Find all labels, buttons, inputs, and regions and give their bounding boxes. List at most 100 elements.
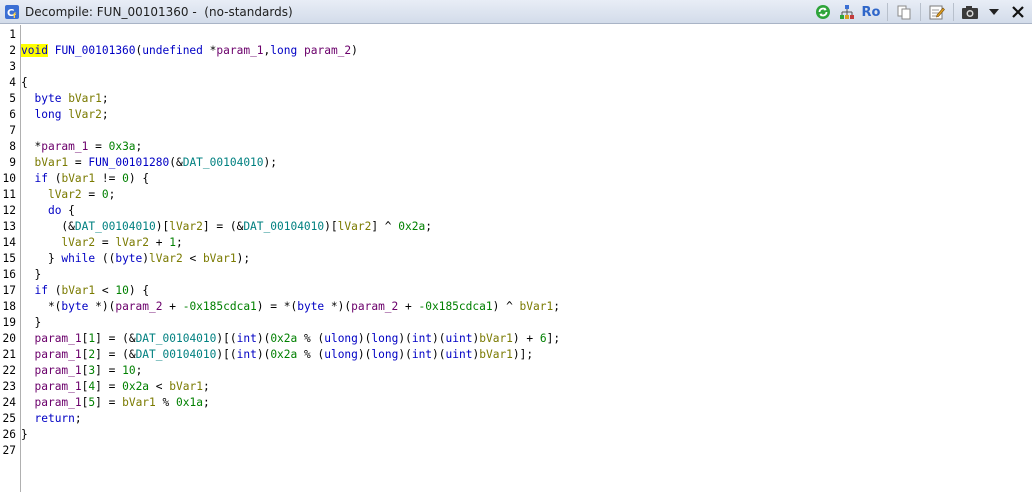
code-line[interactable]: param_1[2] = (&DAT_00104010)[(int)(0x2a … [21, 347, 1032, 363]
code-token[interactable]: ; [136, 140, 143, 153]
code-line[interactable]: } [21, 427, 1032, 443]
code-token[interactable]: )[ [324, 220, 337, 233]
code-line[interactable]: param_1[5] = bVar1 % 0x1a; [21, 395, 1032, 411]
code-line[interactable]: param_1[1] = (&DAT_00104010)[(int)(0x2a … [21, 331, 1032, 347]
code-line[interactable]: lVar2 = lVar2 + 1; [21, 235, 1032, 251]
code-token[interactable]: { [21, 76, 28, 89]
code-token[interactable]: ; [109, 188, 116, 201]
code-token[interactable] [21, 236, 61, 249]
code-token[interactable]: % [156, 396, 176, 409]
code-token[interactable]: )[( [216, 332, 236, 345]
code-token[interactable]: ] = (& [95, 332, 135, 345]
code-token[interactable]: DAT_00104010 [183, 156, 264, 169]
code-token[interactable]: ); [237, 252, 250, 265]
code-token[interactable]: 6 [540, 332, 547, 345]
code-token[interactable]: return [34, 412, 74, 425]
code-line[interactable]: param_1[4] = 0x2a < bVar1; [21, 379, 1032, 395]
code-token[interactable]: 0 [122, 172, 129, 185]
code-token[interactable]: } [21, 268, 41, 281]
code-token[interactable]: (& [169, 156, 182, 169]
code-line[interactable]: void FUN_00101360(undefined *param_1,lon… [21, 43, 1032, 59]
code-token[interactable]: )( [257, 332, 270, 345]
code-token[interactable]: = [95, 236, 115, 249]
copy-button[interactable] [894, 2, 914, 22]
code-token[interactable] [48, 44, 55, 57]
code-line[interactable] [21, 59, 1032, 75]
code-line[interactable]: do { [21, 203, 1032, 219]
code-token[interactable] [21, 156, 34, 169]
code-token[interactable]: ( [48, 172, 62, 185]
code-token[interactable]: 0x1a [176, 396, 203, 409]
code-token[interactable]: param_2 [304, 44, 351, 57]
code-token[interactable]: )( [358, 348, 371, 361]
code-token[interactable]: )( [432, 332, 445, 345]
code-line[interactable]: if (bVar1 < 10) { [21, 283, 1032, 299]
code-token[interactable]: = [82, 188, 102, 201]
refresh-button[interactable] [813, 2, 833, 22]
code-line[interactable]: param_1[3] = 10; [21, 363, 1032, 379]
code-token[interactable]: ) + [513, 332, 540, 345]
code-token[interactable]: ; [176, 236, 183, 249]
code-token[interactable]: + [149, 236, 169, 249]
code-token[interactable]: FUN_00101360 [55, 44, 136, 57]
code-token[interactable]: = [88, 140, 108, 153]
code-token[interactable]: do [48, 204, 61, 217]
code-line[interactable]: lVar2 = 0; [21, 187, 1032, 203]
code-line[interactable]: if (bVar1 != 0) { [21, 171, 1032, 187]
code-token[interactable]: if [34, 284, 47, 297]
code-token[interactable]: ; [136, 364, 143, 377]
code-token[interactable]: } [21, 252, 61, 265]
code-token[interactable]: } [21, 316, 41, 329]
snapshot-button[interactable] [960, 2, 980, 22]
code-token[interactable]: ; [553, 300, 560, 313]
code-token[interactable]: = [68, 156, 88, 169]
code-token[interactable]: ); [264, 156, 277, 169]
edit-signature-button[interactable] [927, 2, 947, 22]
code-token[interactable]: != [95, 172, 122, 185]
code-line[interactable] [21, 27, 1032, 43]
code-token[interactable]: param_1 [216, 44, 263, 57]
code-token[interactable]: void [21, 44, 48, 57]
code-token[interactable]: long [270, 44, 297, 57]
code-token[interactable]: *)( [324, 300, 351, 313]
code-token[interactable] [21, 364, 34, 377]
code-token[interactable]: ; [75, 412, 82, 425]
code-token[interactable]: undefined [142, 44, 203, 57]
code-token[interactable] [21, 412, 34, 425]
code-token[interactable]: bVar1 [34, 156, 68, 169]
code-token[interactable]: bVar1 [68, 92, 102, 105]
code-line[interactable]: } [21, 267, 1032, 283]
code-token[interactable]: lVar2 [169, 220, 203, 233]
code-line[interactable]: } [21, 315, 1032, 331]
code-token[interactable]: ; [203, 380, 210, 393]
code-token[interactable] [21, 92, 34, 105]
code-token[interactable]: < [95, 284, 115, 297]
code-token[interactable]: )( [257, 348, 270, 361]
code-token[interactable]: ; [203, 396, 210, 409]
code-token[interactable]: 0 [102, 188, 109, 201]
decompiled-code-view[interactable]: void FUN_00101360(undefined *param_1,lon… [21, 25, 1032, 492]
code-token[interactable] [21, 172, 34, 185]
code-token[interactable]: ; [425, 220, 432, 233]
code-token[interactable]: (& [21, 220, 74, 233]
code-line[interactable]: } while ((byte)lVar2 < bVar1); [21, 251, 1032, 267]
code-token[interactable]: 0x2a [270, 348, 297, 361]
code-token[interactable]: param_1 [34, 364, 81, 377]
code-token[interactable]: < [149, 380, 169, 393]
code-token[interactable]: 10 [115, 284, 128, 297]
code-token[interactable]: long [371, 348, 398, 361]
code-token[interactable]: < [183, 252, 203, 265]
read-only-button[interactable]: Ro [861, 2, 881, 22]
code-token[interactable]: uint [446, 332, 473, 345]
code-token[interactable]: bVar1 [203, 252, 237, 265]
code-token[interactable]: 0x2a [270, 332, 297, 345]
code-token[interactable]: + [398, 300, 418, 313]
code-line[interactable] [21, 123, 1032, 139]
code-token[interactable]: } [21, 428, 28, 441]
code-token[interactable]: DAT_00104010 [136, 332, 217, 345]
code-token[interactable]: byte [61, 300, 88, 313]
code-token[interactable]: )]; [513, 348, 533, 361]
code-token[interactable]: bVar1 [520, 300, 554, 313]
code-token[interactable]: ] = [95, 364, 122, 377]
code-token[interactable]: * [203, 44, 217, 57]
